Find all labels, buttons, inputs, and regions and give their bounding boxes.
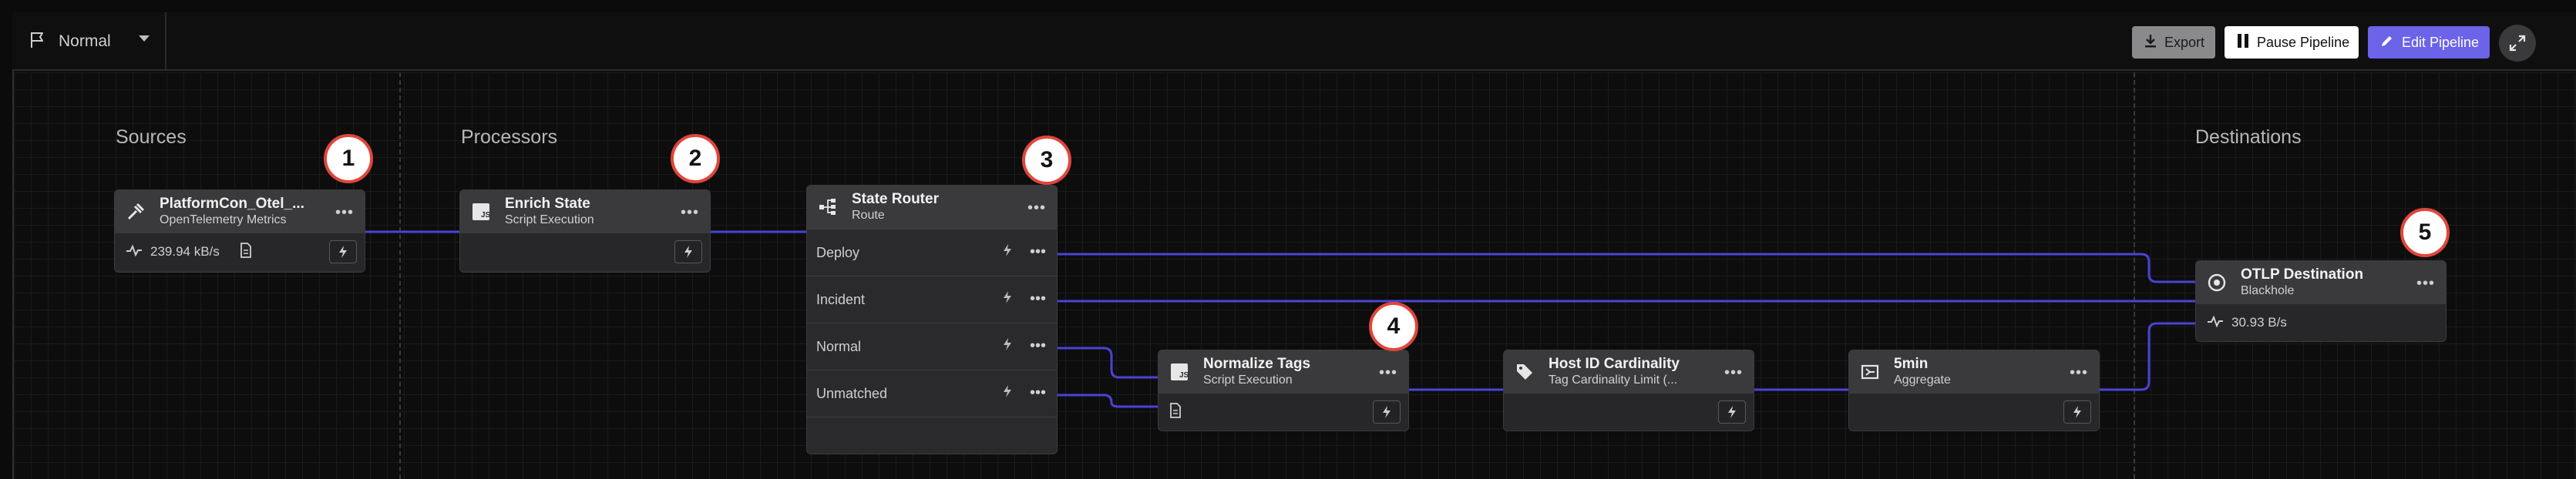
more-options-icon[interactable]: •••	[1030, 290, 1046, 308]
svg-text:JS: JS	[1179, 371, 1189, 380]
more-options-icon[interactable]: •••	[1030, 243, 1046, 261]
wire-agg-destination	[2098, 322, 2195, 391]
wire-normal-normalize	[1058, 347, 1158, 379]
state-router-header[interactable]: State Router Route •••	[807, 186, 1057, 229]
route-label: Incident	[816, 291, 866, 307]
activity-icon	[126, 243, 143, 260]
throughput-metric: 239.94 kB/s	[150, 244, 220, 259]
lightning-icon[interactable]	[1718, 400, 1746, 424]
route-icon	[816, 196, 839, 219]
throughput-metric: 30.93 B/s	[2231, 315, 2287, 330]
more-options-icon[interactable]: •••	[2416, 275, 2435, 293]
lightning-icon[interactable]	[329, 240, 357, 263]
normalize-tags-node[interactable]: JS Normalize Tags Script Execution •••	[1158, 350, 1409, 431]
route-label: Normal	[816, 338, 862, 354]
aggregate-icon	[1858, 360, 1882, 384]
blackhole-icon	[2205, 271, 2228, 294]
otlp-destination-node[interactable]: OTLP Destination Blackhole ••• 30.93 B/s	[2195, 260, 2447, 342]
source-node-header[interactable]: PlatformCon_Otel_... OpenTelemetry Metri…	[115, 190, 365, 233]
node-subtitle: Blackhole	[2241, 284, 2295, 297]
node-title: Enrich State	[505, 196, 590, 212]
wire-deploy-destination	[1058, 253, 2195, 283]
node-subtitle: Script Execution	[505, 213, 594, 226]
route-row-empty	[807, 417, 1057, 454]
step-badge: 4	[1369, 302, 1418, 351]
node-subtitle: Route	[852, 209, 885, 222]
telemetry-icon	[124, 200, 147, 223]
node-title: PlatformCon_Otel_...	[160, 196, 304, 212]
node-subtitle: Script Execution	[1203, 373, 1293, 387]
step-badge: 1	[324, 134, 373, 183]
node-title: OTLP Destination	[2241, 266, 2364, 283]
node-title: 5min	[1894, 356, 1929, 372]
step-badge: 3	[1022, 136, 1071, 185]
route-label: Deploy	[816, 244, 860, 260]
lightning-icon[interactable]	[1003, 385, 1012, 401]
aggregate-header[interactable]: 5min Aggregate •••	[1849, 350, 2099, 394]
node-subtitle: Tag Cardinality Limit (...	[1549, 373, 1678, 387]
node-title: Normalize Tags	[1203, 356, 1311, 372]
svg-text:JS: JS	[481, 211, 491, 219]
wire-unmatched-normalize	[1058, 394, 1158, 408]
more-options-icon[interactable]: •••	[1027, 199, 1046, 217]
activity-icon	[2207, 314, 2224, 331]
step-badge: 2	[671, 134, 720, 183]
route-row-normal[interactable]: Normal •••	[807, 323, 1057, 370]
js-icon: JS	[1168, 360, 1191, 384]
host-id-cardinality-node[interactable]: Host ID Cardinality Tag Cardinality Limi…	[1503, 350, 1754, 431]
lightning-icon[interactable]	[1373, 400, 1401, 424]
state-router-node[interactable]: State Router Route ••• Deploy ••• Incide…	[806, 185, 1058, 454]
lightning-icon[interactable]	[1003, 338, 1012, 354]
source-node[interactable]: PlatformCon_Otel_... OpenTelemetry Metri…	[114, 189, 365, 273]
more-options-icon[interactable]: •••	[1379, 364, 1397, 382]
more-options-icon[interactable]: •••	[681, 204, 699, 222]
lightning-icon[interactable]	[674, 240, 702, 263]
host-id-cardinality-header[interactable]: Host ID Cardinality Tag Cardinality Limi…	[1504, 350, 1754, 394]
more-options-icon[interactable]: •••	[1724, 364, 1743, 382]
document-icon[interactable]	[1169, 402, 1182, 422]
tag-icon	[1513, 360, 1536, 384]
node-title: Host ID Cardinality	[1549, 356, 1680, 372]
route-label: Unmatched	[816, 385, 888, 401]
enrich-state-node[interactable]: JS Enrich State Script Execution •••	[459, 189, 711, 273]
route-row-deploy[interactable]: Deploy •••	[807, 229, 1057, 276]
js-icon: JS	[469, 200, 493, 223]
enrich-state-header[interactable]: JS Enrich State Script Execution •••	[460, 190, 710, 233]
lightning-icon[interactable]	[2063, 400, 2091, 424]
node-subtitle: Aggregate	[1894, 373, 1951, 387]
normalize-tags-header[interactable]: JS Normalize Tags Script Execution •••	[1159, 350, 1408, 394]
route-row-incident[interactable]: Incident •••	[807, 276, 1057, 323]
route-row-unmatched[interactable]: Unmatched •••	[807, 370, 1057, 417]
aggregate-node[interactable]: 5min Aggregate •••	[1848, 350, 2100, 431]
more-options-icon[interactable]: •••	[1030, 337, 1046, 355]
document-icon[interactable]	[240, 242, 252, 262]
node-subtitle: OpenTelemetry Metrics	[160, 213, 287, 226]
more-options-icon[interactable]: •••	[2070, 364, 2088, 382]
lightning-icon[interactable]	[1003, 244, 1012, 260]
more-options-icon[interactable]: •••	[1030, 384, 1046, 402]
lightning-icon[interactable]	[1003, 291, 1012, 307]
node-title: State Router	[852, 191, 939, 207]
more-options-icon[interactable]: •••	[335, 204, 354, 222]
step-badge: 5	[2400, 208, 2450, 257]
otlp-destination-header[interactable]: OTLP Destination Blackhole •••	[2196, 261, 2446, 304]
